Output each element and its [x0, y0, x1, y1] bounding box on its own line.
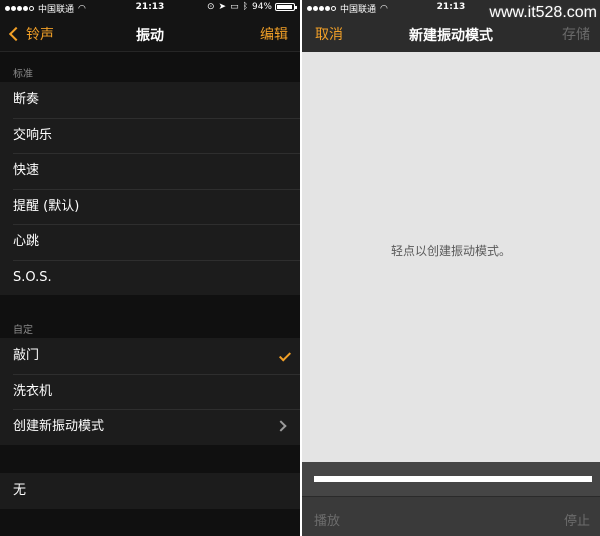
location-icon: ➤ [218, 2, 227, 12]
battery-percent: 94% [251, 2, 272, 12]
save-button[interactable]: 存储 [562, 24, 590, 44]
playback-toolbar: 播放 停止 [302, 496, 600, 536]
vibration-timeline [302, 462, 600, 496]
list-item[interactable]: 洗衣机 [0, 373, 300, 410]
checkmark-icon [278, 349, 292, 362]
status-bar: 中国联通 ◠ 21:13 ⊙ ➤ ▭ ᛒ 94% [0, 0, 300, 16]
chevron-right-icon [275, 420, 287, 432]
stop-button[interactable]: 停止 [564, 510, 590, 529]
none-option-item[interactable]: 无 [0, 473, 300, 509]
list-item[interactable]: S.O.S. [0, 259, 300, 296]
standard-vibration-list: 断奏 交响乐 快速 提醒 (默认) 心跳 S.O.S. [0, 82, 300, 295]
battery-icon [275, 3, 297, 11]
list-item[interactable]: 交响乐 [0, 117, 300, 154]
list-item[interactable]: 心跳 [0, 224, 300, 260]
navigation-bar: 铃声 振动 编辑 [0, 16, 300, 52]
custom-vibration-list: 敲门 洗衣机 创建新振动模式 [0, 338, 300, 445]
airplay-icon: ▭ [230, 2, 239, 12]
edit-button[interactable]: 编辑 [260, 24, 288, 44]
battery-fill [277, 5, 293, 9]
page-title: 振动 [136, 28, 164, 44]
section-header-custom: 自定 [13, 325, 33, 336]
tap-hint-text: 轻点以创建振动模式。 [390, 244, 511, 258]
list-item-selected[interactable]: 敲门 [0, 338, 300, 374]
vibration-settings-screen: 中国联通 ◠ 21:13 ⊙ ➤ ▭ ᛒ 94% 铃声 振动 编辑 标准 断奏 … [0, 0, 300, 536]
none-option-group: 无 [0, 473, 300, 509]
list-item-label: 敲门 [13, 348, 40, 363]
status-right: ⊙ ➤ ▭ ᛒ 94% [203, 2, 297, 12]
section-header-standard: 标准 [13, 69, 33, 80]
list-item-label: 创建新振动模式 [13, 419, 105, 434]
orientation-lock-icon: ⊙ [206, 2, 215, 12]
vibration-tap-area[interactable]: 轻点以创建振动模式。 [302, 52, 600, 462]
watermark-text: www.it528.com [489, 4, 597, 21]
play-button[interactable]: 播放 [314, 510, 340, 529]
timeline-progress-bar [314, 476, 592, 482]
create-new-vibration-item[interactable]: 创建新振动模式 [0, 409, 300, 445]
page-title: 新建振动模式 [409, 28, 493, 44]
list-item[interactable]: 快速 [0, 153, 300, 189]
list-item[interactable]: 提醒 (默认) [0, 188, 300, 225]
bluetooth-icon: ᛒ [242, 2, 248, 12]
new-vibration-screen: 中国联通 ◠ 21:13 取消 新建振动模式 存储 轻点以创建振动模式。 播放 … [302, 0, 600, 536]
list-item[interactable]: 断奏 [0, 82, 300, 118]
